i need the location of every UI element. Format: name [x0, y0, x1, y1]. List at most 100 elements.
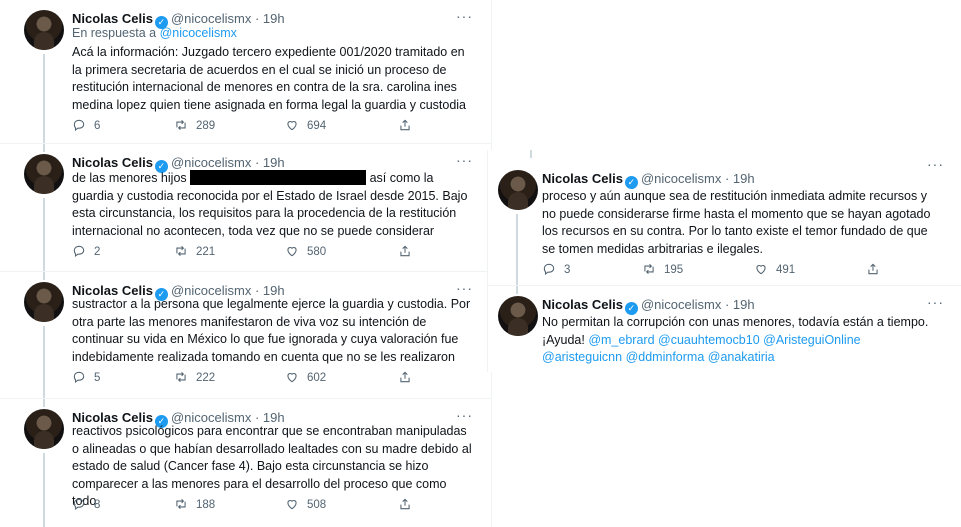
avatar[interactable]: [24, 154, 64, 194]
more-options-icon[interactable]: ···: [456, 407, 473, 423]
like-button[interactable]: 694: [285, 118, 326, 134]
more-options-icon[interactable]: ···: [456, 8, 473, 24]
more-options-icon[interactable]: ···: [927, 156, 944, 172]
author-handle[interactable]: @nicocelismx: [171, 11, 251, 26]
thread-connector: [530, 150, 532, 158]
tweet-text: proceso y aún aunque sea de restitución …: [542, 189, 931, 256]
avatar[interactable]: [498, 296, 538, 336]
retweet-button[interactable]: 188: [174, 497, 215, 513]
share-button[interactable]: [398, 118, 420, 134]
retweet-icon: [174, 497, 188, 511]
like-icon: [285, 118, 299, 132]
author-name[interactable]: Nicolas Celis: [72, 11, 153, 26]
redaction-bar: [190, 170, 367, 185]
author-handle[interactable]: @nicocelismx: [641, 171, 721, 186]
retweet-button[interactable]: 195: [642, 262, 683, 278]
thread-connector: [43, 144, 45, 152]
thread-connector: [43, 326, 45, 398]
author-name[interactable]: Nicolas Celis: [542, 171, 623, 186]
thread-right-column: Nicolas Celis ✓ @nicocelismx · 19h ··· pro…: [487, 150, 961, 372]
timestamp[interactable]: 19h: [263, 11, 285, 26]
timestamp[interactable]: 19h: [733, 171, 755, 186]
tweet-5[interactable]: Nicolas Celis ✓ @nicocelismx · 19h ··· pro…: [488, 150, 961, 286]
more-options-icon[interactable]: ···: [456, 152, 473, 168]
thread-left-column: Nicolas Celis ✓ @nicocelismx · 19h ··· En …: [0, 0, 492, 527]
avatar[interactable]: [24, 409, 64, 449]
tweet-text: Acá la información: Juzgado tercero expe…: [72, 45, 467, 112]
like-button[interactable]: 580: [285, 244, 326, 260]
more-options-icon[interactable]: ···: [456, 280, 473, 296]
mention-link[interactable]: @cuauhtemocb10: [658, 333, 760, 347]
share-icon: [398, 244, 412, 258]
reply-count: 3: [564, 264, 571, 276]
retweet-button[interactable]: 221: [174, 244, 215, 260]
reply-button[interactable]: 8: [72, 497, 100, 513]
mention-link[interactable]: @anakatiria: [708, 350, 775, 364]
tweet-1[interactable]: Nicolas Celis ✓ @nicocelismx · 19h ··· En …: [0, 0, 491, 143]
reply-icon: [72, 370, 86, 384]
avatar[interactable]: [24, 282, 64, 322]
tweet-actions: 3 195 491: [542, 262, 942, 278]
tweet-6[interactable]: Nicolas Celis ✓ @nicocelismx · 19h ··· No …: [488, 286, 961, 372]
retweet-count: 195: [664, 264, 684, 276]
share-button[interactable]: [866, 262, 888, 278]
mention-link[interactable]: @m_ebrard: [588, 333, 654, 347]
share-icon: [398, 497, 412, 511]
reply-icon: [72, 497, 86, 511]
thread-connector: [43, 453, 45, 527]
share-button[interactable]: [398, 244, 420, 260]
tweet-text-line: No permitan la corrupción con unas menor…: [542, 315, 929, 329]
avatar[interactable]: [498, 170, 538, 210]
reply-button[interactable]: 5: [72, 370, 100, 386]
like-count: 602: [307, 372, 327, 384]
tweet-4[interactable]: Nicolas Celis ✓ @nicocelismx · 19h ··· rea…: [0, 399, 491, 527]
like-button[interactable]: 508: [285, 497, 326, 513]
mention-link[interactable]: @ddminforma: [626, 350, 705, 364]
author-handle[interactable]: @nicocelismx: [641, 297, 721, 312]
mention-link[interactable]: @AristeguiOnline: [763, 333, 860, 347]
tweet-actions: 2 221 580: [72, 244, 471, 260]
retweet-button[interactable]: 222: [174, 370, 215, 386]
reply-count: 6: [94, 120, 101, 132]
tweet-actions: 5 222 602: [72, 370, 471, 386]
tweet-2[interactable]: Nicolas Celis ✓ @nicocelismx · 19h ··· de …: [0, 144, 491, 271]
author-name[interactable]: Nicolas Celis: [542, 297, 623, 312]
avatar[interactable]: [24, 10, 64, 50]
separator-dot: ·: [254, 11, 260, 26]
thread-connector: [43, 54, 45, 143]
tweet-3[interactable]: Nicolas Celis ✓ @nicocelismx · 19h ··· sus…: [0, 272, 491, 398]
reply-count: 2: [94, 246, 101, 258]
retweet-icon: [642, 262, 656, 276]
like-icon: [285, 244, 299, 258]
tweet-header: Nicolas Celis ✓ @nicocelismx · 19h: [542, 296, 942, 315]
retweet-icon: [174, 118, 188, 132]
reply-button[interactable]: 2: [72, 244, 100, 260]
more-options-icon[interactable]: ···: [927, 294, 944, 310]
like-icon: [285, 370, 299, 384]
reply-button[interactable]: 3: [542, 262, 570, 278]
author-handle[interactable]: @nicocelismx: [171, 155, 251, 170]
reply-mention-link[interactable]: @nicocelismx: [160, 26, 237, 40]
like-button[interactable]: 491: [754, 262, 795, 278]
reply-count: 8: [94, 499, 101, 511]
author-name[interactable]: Nicolas Celis: [72, 155, 153, 170]
share-icon: [398, 370, 412, 384]
retweet-count: 289: [196, 120, 216, 132]
retweet-icon: [174, 244, 188, 258]
like-count: 580: [307, 246, 327, 258]
retweet-count: 222: [196, 372, 216, 384]
share-button[interactable]: [398, 370, 420, 386]
reply-prefix: En respuesta a: [72, 26, 160, 40]
retweet-button[interactable]: 289: [174, 118, 215, 134]
share-icon: [866, 262, 880, 276]
reply-button[interactable]: 6: [72, 118, 100, 134]
like-icon: [754, 262, 768, 276]
timestamp[interactable]: 19h: [263, 155, 285, 170]
like-button[interactable]: 602: [285, 370, 326, 386]
thread-connector: [516, 214, 518, 286]
share-button[interactable]: [398, 497, 420, 513]
reply-context: En respuesta a @nicocelismx: [72, 26, 237, 40]
tweet-text-part: ¡Ayuda!: [542, 332, 589, 347]
timestamp[interactable]: 19h: [733, 297, 755, 312]
mention-link[interactable]: @aristeguicnn: [542, 350, 622, 364]
